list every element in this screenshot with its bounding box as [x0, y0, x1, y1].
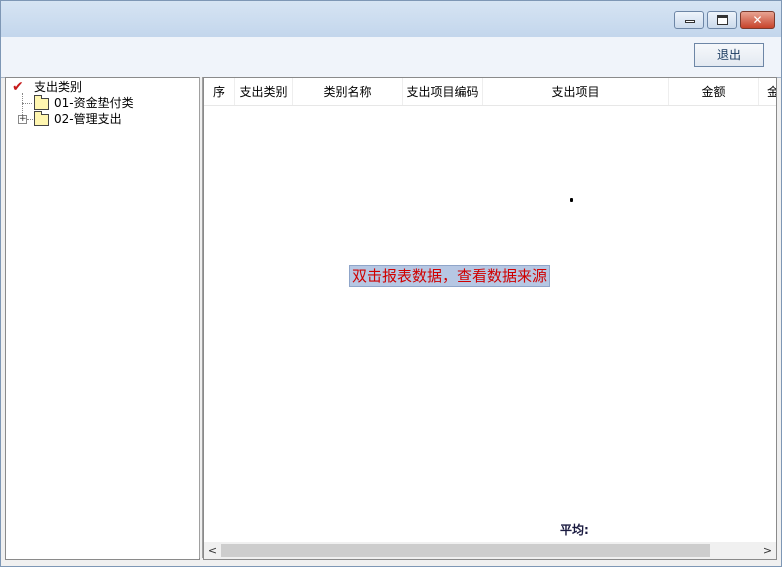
column-header-item[interactable]: 支出项目	[483, 78, 669, 105]
column-header-amount[interactable]: 金额	[669, 78, 759, 105]
close-button[interactable]: ✕	[740, 11, 775, 29]
expand-icon[interactable]: +	[18, 115, 27, 124]
exit-button[interactable]: 退出	[694, 43, 764, 67]
tree-connector	[27, 119, 33, 120]
scroll-thumb[interactable]	[221, 544, 710, 557]
column-header-item-code[interactable]: 支出项目编码	[403, 78, 483, 105]
tree-item-label: 01-资金垫付类	[54, 96, 134, 110]
folder-icon	[34, 95, 49, 110]
average-label: 平均:	[560, 523, 589, 537]
drilldown-hint: 双击报表数据，查看数据来源	[349, 265, 551, 287]
minimize-icon	[685, 20, 695, 23]
scroll-left-icon[interactable]: <	[204, 542, 221, 559]
close-icon: ✕	[752, 13, 763, 27]
column-header-amount-2[interactable]: 金	[759, 78, 776, 105]
toolbar: 退出	[1, 37, 781, 78]
main-window: ✕ 退出 ✔ 支出类别 01-资金垫付类 + 02-管理支出 序 支出类别 类别…	[0, 0, 782, 567]
scroll-right-icon[interactable]: >	[759, 542, 776, 559]
tree-root-label: 支出类别	[34, 80, 83, 94]
horizontal-scrollbar[interactable]: < >	[204, 542, 776, 559]
title-bar: ✕	[1, 1, 781, 37]
category-tree: ✔ 支出类别 01-资金垫付类 + 02-管理支出	[5, 77, 200, 560]
folder-icon	[34, 111, 49, 126]
maximize-icon	[717, 15, 728, 25]
cursor-dot	[570, 198, 573, 202]
report-grid[interactable]: 序 支出类别 类别名称 支出项目编码 支出项目 金额 金 双击报表数据，查看数据…	[203, 77, 777, 560]
tree-item-label: 02-管理支出	[54, 112, 122, 126]
column-header-seq[interactable]: 序	[204, 78, 235, 105]
tree-connector	[22, 103, 32, 104]
minimize-button[interactable]	[674, 11, 704, 29]
grid-header: 序 支出类别 类别名称 支出项目编码 支出项目 金额 金	[204, 78, 776, 106]
maximize-button[interactable]	[707, 11, 737, 29]
column-header-category[interactable]: 支出类别	[235, 78, 293, 105]
column-header-category-name[interactable]: 类别名称	[293, 78, 403, 105]
